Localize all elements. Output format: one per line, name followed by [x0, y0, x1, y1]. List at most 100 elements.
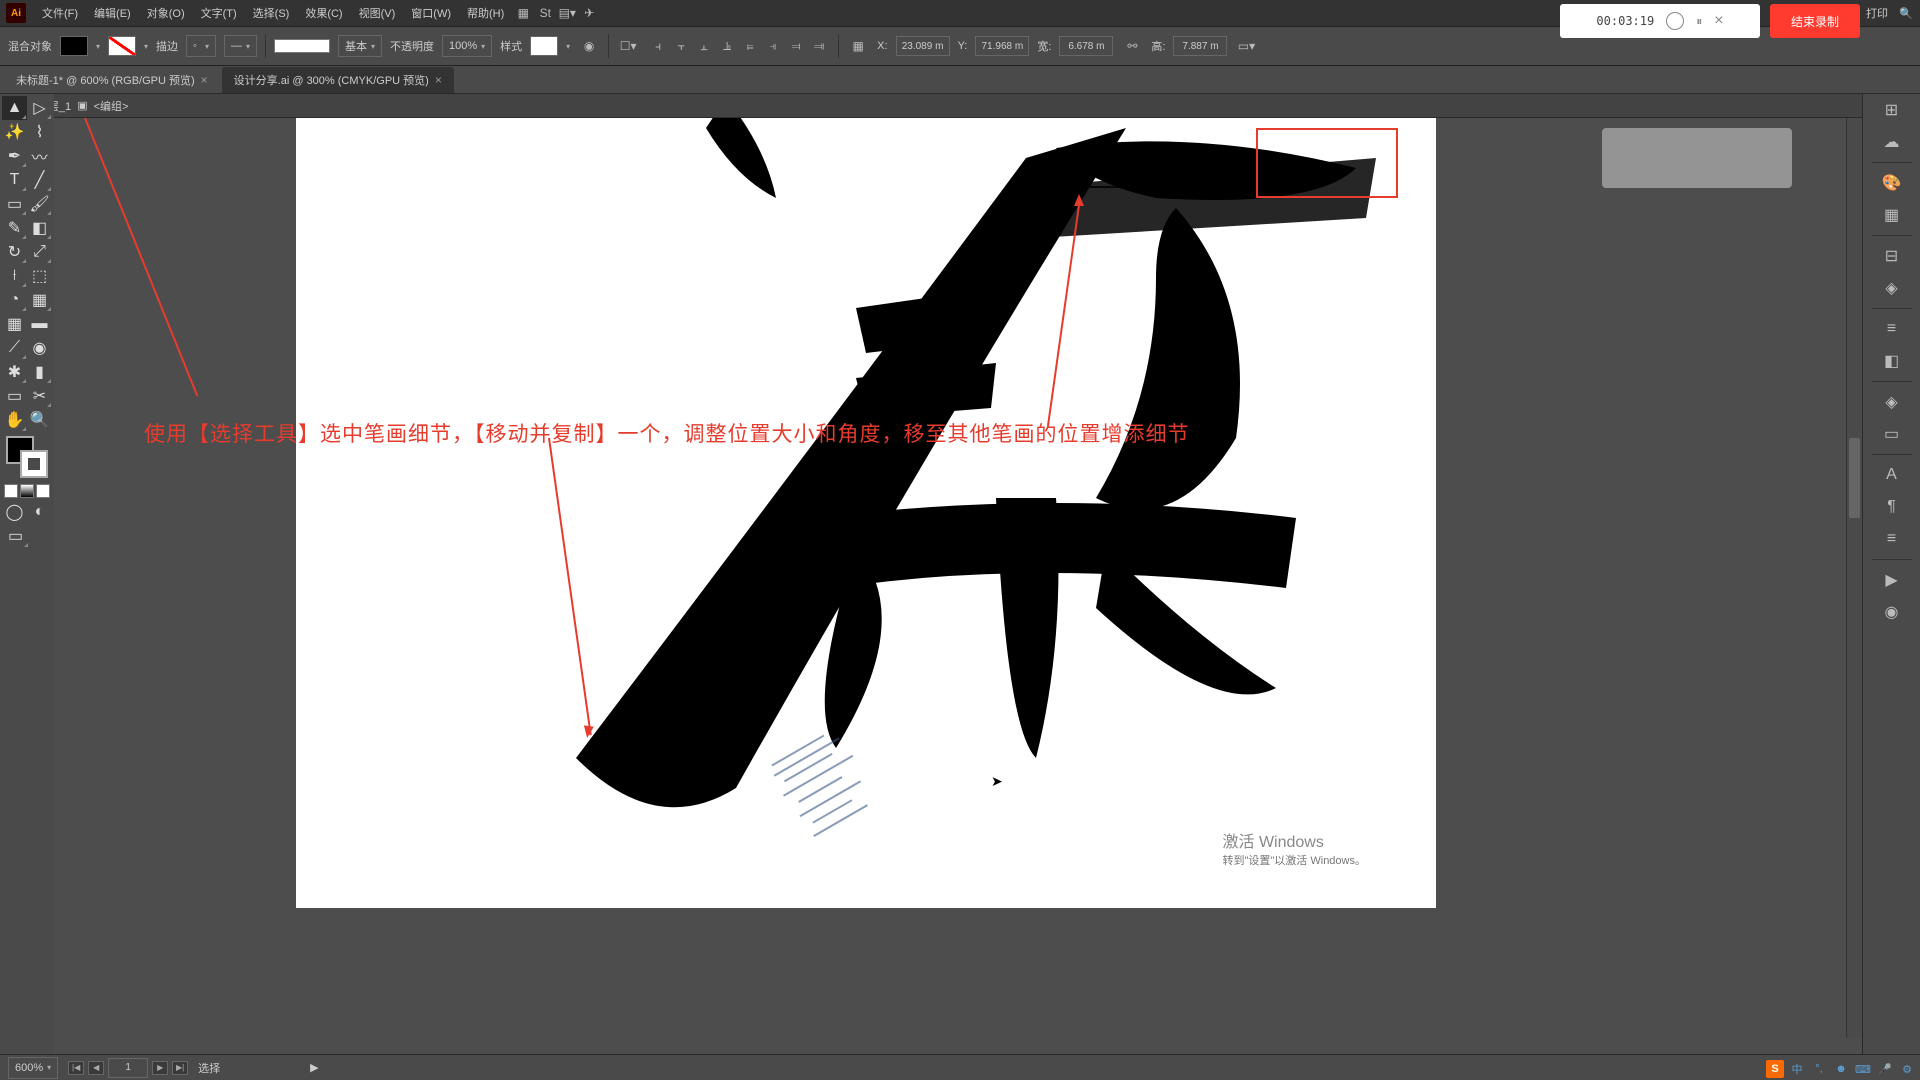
eyedropper-tool[interactable]: ⟋: [2, 336, 27, 360]
draw-mode-behind[interactable]: ◐: [27, 500, 52, 524]
close-icon[interactable]: ×: [201, 73, 208, 87]
color-mode-gradient[interactable]: [20, 484, 34, 498]
stroke-color[interactable]: [20, 450, 48, 478]
width-tool[interactable]: ⟊: [2, 264, 27, 288]
magic-wand-tool[interactable]: ✨: [2, 120, 27, 144]
menu-select[interactable]: 选择(S): [245, 5, 298, 21]
color-mode-none[interactable]: [36, 484, 50, 498]
panel-gradient-icon[interactable]: ◧: [1880, 349, 1904, 373]
bridge-icon[interactable]: ▦: [512, 2, 534, 24]
ime-lang[interactable]: 中: [1788, 1060, 1806, 1078]
prev-artboard[interactable]: ◀: [88, 1061, 104, 1075]
panel-libraries-icon[interactable]: ☁: [1880, 130, 1904, 154]
align-top[interactable]: ⫡: [716, 35, 738, 57]
eraser-tool[interactable]: ◧: [27, 216, 52, 240]
y-input[interactable]: [975, 36, 1029, 56]
status-menu-icon[interactable]: ▶: [310, 1061, 318, 1074]
sogou-ime-icon[interactable]: S: [1766, 1060, 1784, 1078]
transform-icon[interactable]: ▦: [847, 35, 869, 57]
distribute-h[interactable]: ⫤: [785, 35, 807, 57]
brush-preview[interactable]: [274, 39, 330, 53]
ime-mic-icon[interactable]: 🎤: [1876, 1060, 1894, 1078]
direct-selection-tool[interactable]: ▷: [27, 96, 52, 120]
first-artboard[interactable]: |◀: [68, 1061, 84, 1075]
tab-doc-2[interactable]: 设计分享.ai @ 300% (CMYK/GPU 预览) ×: [222, 67, 454, 93]
scroll-thumb[interactable]: [1849, 438, 1860, 518]
panel-properties-icon[interactable]: ⊞: [1880, 98, 1904, 122]
zoom-tool[interactable]: 🔍: [27, 408, 52, 432]
lasso-tool[interactable]: ⌇: [27, 120, 52, 144]
ime-punct-icon[interactable]: °,: [1810, 1060, 1828, 1078]
shape-props-icon[interactable]: ▭▾: [1235, 35, 1257, 57]
distribute-v[interactable]: ⫥: [808, 35, 830, 57]
h-input[interactable]: [1173, 36, 1227, 56]
panel-symbols-icon[interactable]: ◈: [1880, 276, 1904, 300]
stock-icon[interactable]: St: [534, 2, 556, 24]
gpu-icon[interactable]: ✈: [578, 2, 600, 24]
gradient-tool[interactable]: ▬: [27, 312, 52, 336]
link-wh-icon[interactable]: ⚯: [1121, 35, 1143, 57]
panel-swatches-icon[interactable]: ▦: [1880, 203, 1904, 227]
graph-tool[interactable]: ▮: [27, 360, 52, 384]
shaper-tool[interactable]: ✎: [2, 216, 27, 240]
selection-tool[interactable]: ▲: [2, 96, 27, 120]
artboard-tool[interactable]: ▭: [2, 384, 27, 408]
vertical-scrollbar[interactable]: [1846, 118, 1862, 1038]
panel-layers-icon[interactable]: ◈: [1880, 390, 1904, 414]
search-icon[interactable]: 🔍: [1898, 5, 1914, 21]
panel-brushes-icon[interactable]: ⊟: [1880, 244, 1904, 268]
pen-tool[interactable]: ✒: [2, 144, 27, 168]
menu-type[interactable]: 文字(T): [193, 5, 245, 21]
scale-tool[interactable]: ⤢: [27, 240, 52, 264]
stop-record-button[interactable]: 结束录制: [1770, 4, 1860, 38]
panel-appearance-icon[interactable]: ◉: [1880, 600, 1904, 624]
align-bottom[interactable]: ⫣: [762, 35, 784, 57]
close-recorder-icon[interactable]: ×: [1714, 12, 1723, 30]
line-tool[interactable]: ╱: [27, 168, 52, 192]
type-tool[interactable]: T: [2, 168, 27, 192]
fill-stroke-control[interactable]: [6, 436, 48, 478]
curvature-tool[interactable]: 〰: [27, 144, 52, 168]
menu-effect[interactable]: 效果(C): [297, 5, 350, 21]
mesh-tool[interactable]: ▦: [2, 312, 27, 336]
align-right[interactable]: ⫠: [693, 35, 715, 57]
slice-tool[interactable]: ✂: [27, 384, 52, 408]
variable-width-profile[interactable]: — ▾: [224, 35, 257, 57]
last-artboard[interactable]: ▶|: [172, 1061, 188, 1075]
shape-builder-tool[interactable]: ◔: [2, 288, 27, 312]
blend-tool[interactable]: ◉: [27, 336, 52, 360]
symbol-sprayer-tool[interactable]: ✱: [2, 360, 27, 384]
panel-character-icon[interactable]: A: [1880, 463, 1904, 487]
free-transform-tool[interactable]: ⬚: [27, 264, 52, 288]
stroke-swatch[interactable]: [108, 36, 136, 56]
pause-icon[interactable]: ⏸: [1696, 14, 1702, 29]
menu-view[interactable]: 视图(V): [351, 5, 404, 21]
screen-mode[interactable]: ▭: [2, 524, 29, 548]
draw-mode-normal[interactable]: ◯: [2, 500, 27, 524]
panel-actions-icon[interactable]: ▶: [1880, 568, 1904, 592]
fill-swatch[interactable]: [60, 36, 88, 56]
ime-keyboard-icon[interactable]: ⌨: [1854, 1060, 1872, 1078]
align-left[interactable]: ⫞: [647, 35, 669, 57]
perspective-grid-tool[interactable]: ▦: [27, 288, 52, 312]
color-mode-solid[interactable]: [4, 484, 18, 498]
panel-paragraph-icon[interactable]: ¶: [1880, 495, 1904, 519]
panel-color-icon[interactable]: 🎨: [1880, 171, 1904, 195]
align-hcenter[interactable]: ⫟: [670, 35, 692, 57]
tab-doc-1[interactable]: 未标题-1* @ 600% (RGB/GPU 预览) ×: [4, 67, 220, 93]
mic-icon[interactable]: [1666, 12, 1684, 30]
align-to-icon[interactable]: ☐▾: [617, 35, 639, 57]
artboard[interactable]: ➤ 激活 Windows 转到"设置"以激活 Windows。: [296, 118, 1436, 908]
brush-tool[interactable]: 🖌: [27, 192, 52, 216]
brush-preset[interactable]: 基本▾: [338, 35, 382, 57]
menu-window[interactable]: 窗口(W): [403, 5, 459, 21]
stroke-weight-input[interactable]: ◦ ▾: [186, 35, 216, 57]
group-name[interactable]: <编组>: [94, 98, 129, 114]
align-vcenter[interactable]: ⫢: [739, 35, 761, 57]
menu-edit[interactable]: 编辑(E): [86, 5, 139, 21]
rectangle-tool[interactable]: ▭: [2, 192, 27, 216]
target-icon[interactable]: ▣: [77, 99, 87, 112]
w-input[interactable]: [1059, 36, 1113, 56]
menu-file[interactable]: 文件(F): [34, 5, 86, 21]
panel-stroke-icon[interactable]: ≡: [1880, 317, 1904, 341]
